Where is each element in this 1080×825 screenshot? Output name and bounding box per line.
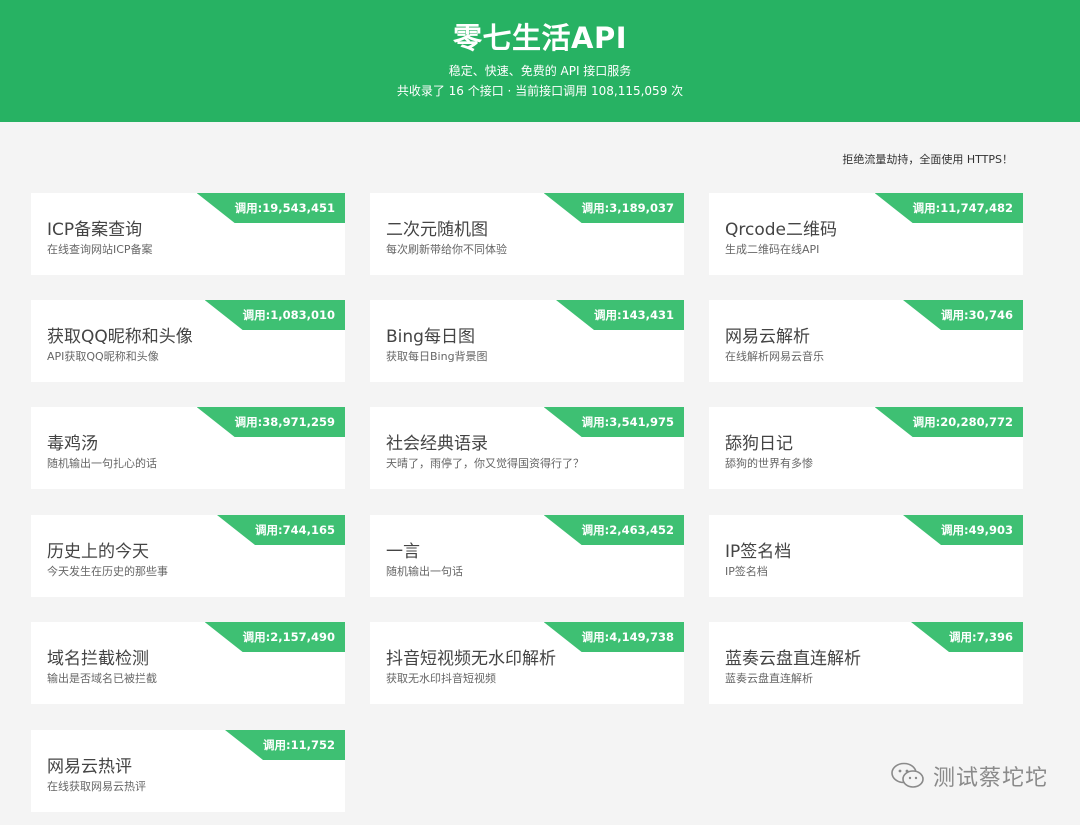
call-count-badge: 调用:2,157,490 xyxy=(204,622,345,652)
api-card-title: Qrcode二维码 xyxy=(725,220,837,240)
call-count-badge: 调用:3,189,037 xyxy=(543,193,684,223)
api-card-description: 获取无水印抖音短视频 xyxy=(386,672,496,685)
api-card[interactable]: 调用:2,463,452 一言随机输出一句话 xyxy=(370,515,684,597)
api-card[interactable]: 调用:19,543,451 ICP备案查询在线查询网站ICP备案 xyxy=(31,193,345,275)
api-card-description: IP签名档 xyxy=(725,565,768,578)
call-count-badge: 调用:4,149,738 xyxy=(543,622,684,652)
api-card-description: 在线解析网易云音乐 xyxy=(725,350,824,363)
api-card-title: 获取QQ昵称和头像 xyxy=(47,327,193,347)
site-title: 零七生活API xyxy=(453,21,627,55)
api-card-title: 毒鸡汤 xyxy=(47,434,98,454)
api-card[interactable]: 调用:4,149,738 抖音短视频无水印解析获取无水印抖音短视频 xyxy=(370,622,684,704)
api-card[interactable]: 调用:2,157,490 域名拦截检测输出是否域名已被拦截 xyxy=(31,622,345,704)
api-card[interactable]: 调用:1,083,010 获取QQ昵称和头像 API获取QQ昵称和头像 xyxy=(31,300,345,382)
api-card-description: 在线获取网易云热评 xyxy=(47,780,146,793)
watermark: 测试蔡坨坨 xyxy=(891,760,1048,792)
api-card-title: 网易云热评 xyxy=(47,757,132,777)
api-card-description: 生成二维码在线API xyxy=(725,243,820,256)
call-count-badge: 调用:20,280,772 xyxy=(874,407,1023,437)
api-card-title: 二次元随机图 xyxy=(386,220,488,240)
api-card-title: 一言 xyxy=(386,542,420,562)
api-card-title: 社会经典语录 xyxy=(386,434,488,454)
api-card[interactable]: 调用:38,971,259 毒鸡汤随机输出一句扎心的话 xyxy=(31,407,345,489)
api-card[interactable]: 调用:20,280,772 舔狗日记舔狗的世界有多惨 xyxy=(709,407,1023,489)
https-notice: 拒绝流量劫持，全面使用 HTTPS！ xyxy=(842,153,1013,166)
api-card-title: 历史上的今天 xyxy=(47,542,149,562)
api-card-title: Bing每日图 xyxy=(386,327,475,347)
call-count-badge: 调用:744,165 xyxy=(217,515,345,545)
watermark-text: 测试蔡坨坨 xyxy=(932,766,1048,791)
api-card-description: 随机输出一句话 xyxy=(386,565,463,578)
call-count-badge: 调用:3,541,975 xyxy=(543,407,684,437)
api-card-description: 在线查询网站ICP备案 xyxy=(47,243,153,256)
api-card-title: 域名拦截检测 xyxy=(47,649,149,669)
page-header: 零七生活API 稳定、快速、免费的 API 接口服务 共收录了 16 个接口 ·… xyxy=(0,0,1080,122)
api-card-title: 抖音短视频无水印解析 xyxy=(386,649,556,669)
api-card[interactable]: 调用:3,541,975 社会经典语录天晴了，雨停了，你又觉得国资得行了？ xyxy=(370,407,684,489)
api-card[interactable]: 调用:49,903 IP签名档 IP签名档 xyxy=(709,515,1023,597)
call-count-badge: 调用:143,431 xyxy=(556,300,684,330)
api-card-description: 输出是否域名已被拦截 xyxy=(47,672,157,685)
call-count-badge: 调用:11,747,482 xyxy=(874,193,1023,223)
api-card[interactable]: 调用:11,747,482 Qrcode二维码生成二维码在线API xyxy=(709,193,1023,275)
api-card[interactable]: 调用:744,165 历史上的今天今天发生在历史的那些事 xyxy=(31,515,345,597)
wechat-icon xyxy=(891,762,924,788)
api-card-description: 今天发生在历史的那些事 xyxy=(47,565,168,578)
api-card-title: 舔狗日记 xyxy=(725,434,793,454)
site-stats: 共收录了 16 个接口 · 当前接口调用 108,115,059 次 xyxy=(396,84,684,98)
call-count-badge: 调用:30,746 xyxy=(903,300,1023,330)
site-subtitle: 稳定、快速、免费的 API 接口服务 xyxy=(448,64,632,78)
call-count-badge: 调用:2,463,452 xyxy=(543,515,684,545)
call-count-badge: 调用:11,752 xyxy=(225,730,345,760)
api-card-title: 网易云解析 xyxy=(725,327,810,347)
call-count-badge: 调用:38,971,259 xyxy=(196,407,345,437)
api-card-title: IP签名档 xyxy=(725,542,792,562)
api-card[interactable]: 调用:7,396 蓝奏云盘直连解析 蓝奏云盘直连解析 xyxy=(709,622,1023,704)
api-card-description: 蓝奏云盘直连解析 xyxy=(725,672,813,685)
api-card[interactable]: 调用:30,746 网易云解析在线解析网易云音乐 xyxy=(709,300,1023,382)
api-card[interactable]: 调用:143,431 Bing每日图获取每日Bing背景图 xyxy=(370,300,684,382)
api-card-description: 每次刷新带给你不同体验 xyxy=(386,243,507,256)
call-count-badge: 调用:1,083,010 xyxy=(204,300,345,330)
api-card-description: 随机输出一句扎心的话 xyxy=(47,457,157,470)
call-count-badge: 调用:49,903 xyxy=(903,515,1023,545)
api-card-title: ICP备案查询 xyxy=(47,220,143,240)
call-count-badge: 调用:19,543,451 xyxy=(196,193,345,223)
api-card-description: 舔狗的世界有多惨 xyxy=(725,457,813,470)
api-card[interactable]: 调用:3,189,037 二次元随机图每次刷新带给你不同体验 xyxy=(370,193,684,275)
api-card[interactable]: 调用:11,752 网易云热评在线获取网易云热评 xyxy=(31,730,345,812)
api-card-description: 天晴了，雨停了，你又觉得国资得行了？ xyxy=(386,457,584,470)
api-card-description: 获取每日Bing背景图 xyxy=(386,350,488,363)
api-card-title: 蓝奏云盘直连解析 xyxy=(725,649,861,669)
call-count-badge: 调用:7,396 xyxy=(911,622,1023,652)
api-card-description: API获取QQ昵称和头像 xyxy=(47,350,159,363)
